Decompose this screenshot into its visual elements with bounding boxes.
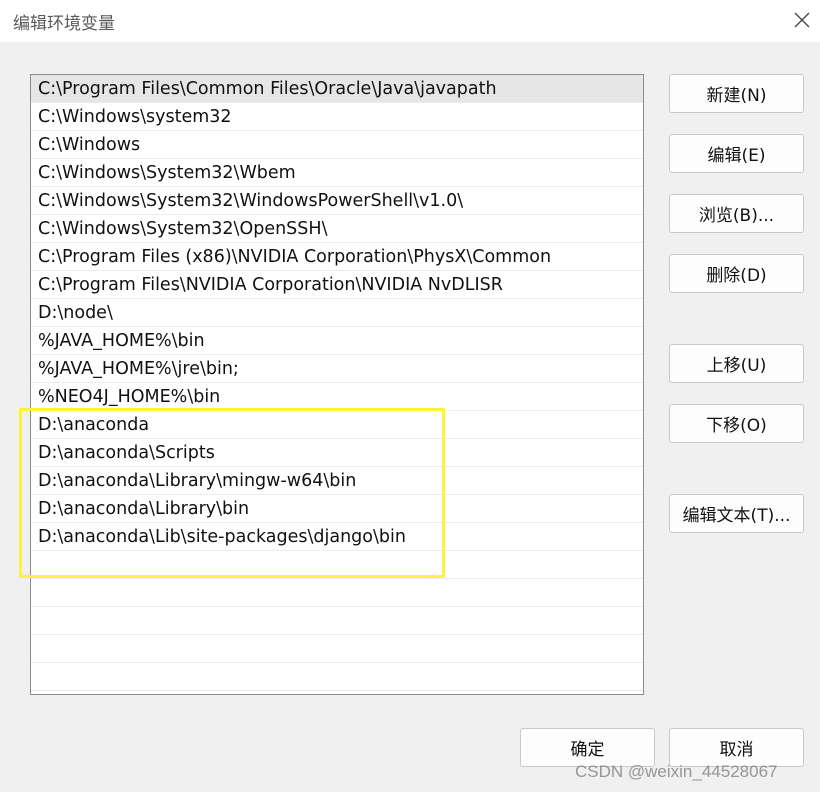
path-list-item[interactable] bbox=[31, 663, 643, 691]
path-list-item[interactable]: C:\Windows\System32\OpenSSH\ bbox=[31, 215, 643, 243]
path-listbox[interactable]: C:\Program Files\Common Files\Oracle\Jav… bbox=[30, 74, 644, 695]
path-list-item[interactable]: C:\Windows\System32\WindowsPowerShell\v1… bbox=[31, 187, 643, 215]
close-icon bbox=[794, 12, 810, 28]
path-list-item[interactable]: C:\Windows\system32 bbox=[31, 103, 643, 131]
window-title: 编辑环境变量 bbox=[13, 14, 115, 34]
path-list-item[interactable]: C:\Windows\System32\Wbem bbox=[31, 159, 643, 187]
path-list-item[interactable]: C:\Program Files\NVIDIA Corporation\NVID… bbox=[31, 271, 643, 299]
path-list-item[interactable]: D:\anaconda\Scripts bbox=[31, 439, 643, 467]
delete-button[interactable]: 删除(D) bbox=[669, 254, 804, 293]
browse-button[interactable]: 浏览(B)... bbox=[669, 194, 804, 233]
path-list-item[interactable]: D:\node\ bbox=[31, 299, 643, 327]
move-down-button[interactable]: 下移(O) bbox=[669, 404, 804, 443]
watermark: CSDN @weixin_44528067 bbox=[575, 762, 778, 781]
path-list-item[interactable]: D:\anaconda\Library\bin bbox=[31, 495, 643, 523]
path-list-item[interactable] bbox=[31, 579, 643, 607]
path-list-item[interactable]: D:\anaconda bbox=[31, 411, 643, 439]
path-list-item[interactable]: %JAVA_HOME%\bin bbox=[31, 327, 643, 355]
path-list-item[interactable]: D:\anaconda\Lib\site-packages\django\bin bbox=[31, 523, 643, 551]
path-list-item[interactable]: C:\Program Files (x86)\NVIDIA Corporatio… bbox=[31, 243, 643, 271]
edit-text-button[interactable]: 编辑文本(T)... bbox=[669, 494, 804, 533]
path-list-item[interactable]: %NEO4J_HOME%\bin bbox=[31, 383, 643, 411]
edit-button[interactable]: 编辑(E) bbox=[669, 134, 804, 173]
path-list-item[interactable] bbox=[31, 635, 643, 663]
path-list-item[interactable]: C:\Windows bbox=[31, 131, 643, 159]
title-bar: 编辑环境变量 bbox=[0, 0, 820, 42]
path-list-item[interactable]: C:\Program Files\Common Files\Oracle\Jav… bbox=[31, 75, 643, 103]
path-list-item[interactable]: %JAVA_HOME%\jre\bin; bbox=[31, 355, 643, 383]
path-list-item[interactable] bbox=[31, 607, 643, 635]
close-button[interactable] bbox=[788, 6, 816, 34]
path-list-item[interactable] bbox=[31, 551, 643, 579]
move-up-button[interactable]: 上移(U) bbox=[669, 344, 804, 383]
path-list-item[interactable]: D:\anaconda\Library\mingw-w64\bin bbox=[31, 467, 643, 495]
new-button[interactable]: 新建(N) bbox=[669, 74, 804, 113]
